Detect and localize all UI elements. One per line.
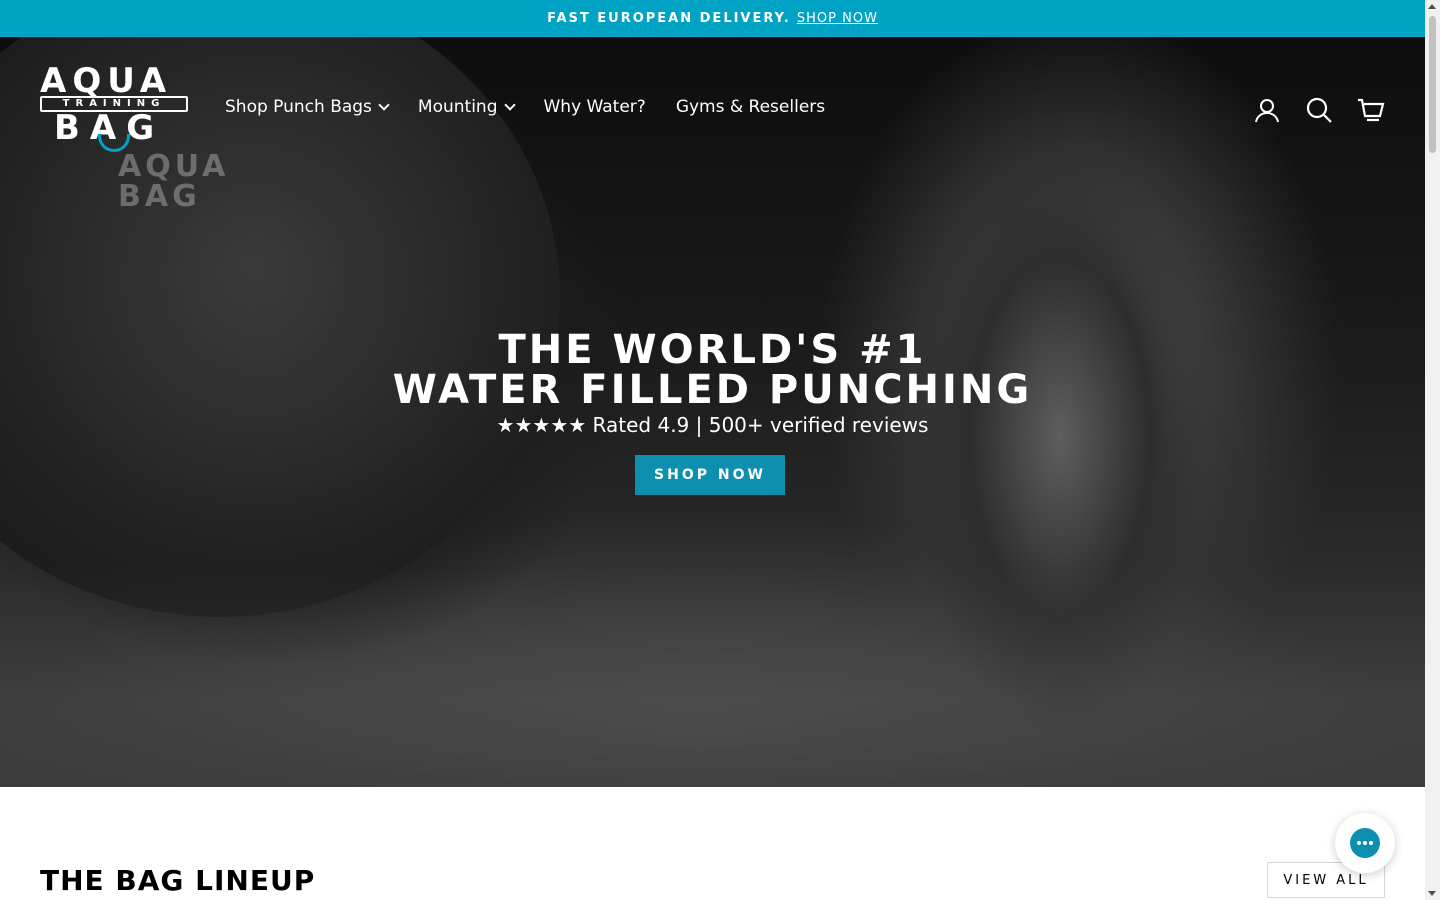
site-logo[interactable]: AQUA TRAINING BAG	[40, 61, 190, 154]
nav-item-label: Why Water?	[543, 97, 646, 117]
chat-bubble-icon	[1350, 828, 1380, 858]
chevron-down-icon	[503, 99, 516, 111]
search-icon[interactable]	[1305, 96, 1333, 124]
bag-printed-logo: AQUA BAG	[118, 152, 229, 212]
logo-line1: AQUA	[40, 61, 173, 101]
header-icons	[1253, 96, 1385, 124]
cart-icon[interactable]	[1357, 96, 1385, 124]
hero-title-line1: THE WORLD'S #1	[498, 327, 927, 373]
announcement-bar: FAST EUROPEAN DELIVERY. SHOP NOW	[0, 0, 1425, 37]
water-drop-icon	[98, 134, 130, 152]
chevron-down-icon	[378, 99, 390, 111]
bag-logo-line1: AQUA	[118, 149, 230, 184]
hero-title: THE WORLD'S #1 WATER FILLED PUNCHING	[0, 330, 1425, 410]
hero-title-line2: WATER FILLED PUNCHING	[392, 367, 1033, 413]
nav-item-label: Gyms & Resellers	[675, 97, 826, 117]
nav-item-why-water[interactable]: Why Water?	[544, 97, 646, 117]
chat-widget-button[interactable]	[1335, 813, 1395, 873]
hero-rating: ★★★★★ Rated 4.9 | 500+ verified reviews	[496, 413, 929, 437]
gym-floor-image	[0, 567, 1425, 787]
bag-logo-line2: BAG	[118, 179, 201, 214]
announcement-text: FAST EUROPEAN DELIVERY.	[547, 11, 791, 26]
nav-item-label: Mounting	[417, 97, 498, 117]
lineup-title: THE BAG LINEUP	[40, 864, 316, 897]
nav-item-mounting[interactable]: Mounting	[417, 97, 516, 117]
account-icon[interactable]	[1253, 96, 1281, 124]
announcement-shop-now-link[interactable]: SHOP NOW	[797, 11, 878, 26]
scroll-up-arrow-icon[interactable]	[1428, 4, 1436, 9]
hero-shop-now-button[interactable]: SHOP NOW	[635, 455, 785, 495]
scroll-down-arrow-icon[interactable]	[1428, 891, 1436, 896]
page-scrollbar[interactable]	[1425, 0, 1440, 900]
scrollbar-thumb[interactable]	[1429, 16, 1436, 153]
nav-item-shop-punch-bags[interactable]: Shop Punch Bags	[225, 97, 390, 117]
nav-item-label: Shop Punch Bags	[225, 97, 372, 117]
main-nav: Shop Punch Bags Mounting Why Water? Gyms…	[225, 97, 825, 117]
nav-item-gyms-resellers[interactable]: Gyms & Resellers	[676, 97, 825, 117]
